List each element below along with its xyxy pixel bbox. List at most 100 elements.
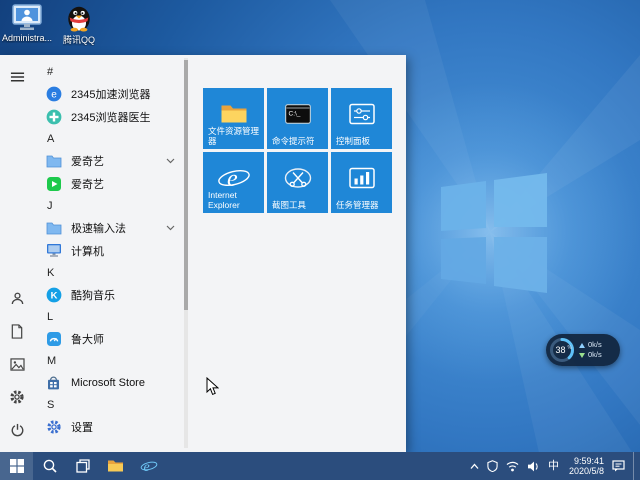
app-item-microsoft-store[interactable]: Microsoft Store [34, 371, 182, 394]
app-item-label: 酷狗音乐 [71, 289, 115, 302]
ie-taskbar-button[interactable]: e [132, 452, 165, 480]
tile-internet-explorer[interactable]: e Internet Explorer [203, 152, 264, 213]
upload-speed: 0k/s [588, 340, 602, 349]
volume-tray-button[interactable] [527, 461, 540, 472]
rail-bottom-group [5, 285, 29, 443]
hamburger-icon[interactable] [5, 66, 29, 88]
app-folder-iqiyi[interactable]: 爱奇艺 [34, 149, 182, 172]
browser-doctor-icon [45, 108, 62, 125]
section-header[interactable]: # [34, 61, 182, 82]
ie-browser-icon: e [140, 460, 157, 474]
desktop-icon-administrator[interactable]: Administra... [2, 4, 52, 43]
file-explorer-icon [108, 460, 123, 472]
app-item-ludashi[interactable]: 鲁大师 [34, 327, 182, 350]
qq-icon [64, 4, 94, 32]
download-arrow-icon [579, 352, 585, 358]
task-view-icon [75, 459, 90, 473]
network-icon [506, 461, 519, 471]
scrollbar-thumb[interactable] [184, 60, 188, 310]
desktop-icon-qq[interactable]: 腾讯QQ [54, 4, 104, 46]
desktop: Administra... 腾讯QQ # e 2345加速浏览器 2345浏览器… [0, 0, 640, 480]
net-speed-widget[interactable]: 38 % 0k/s 0k/s [546, 334, 620, 366]
network-tray-button[interactable] [506, 461, 519, 472]
start-button[interactable] [0, 452, 33, 480]
section-header[interactable]: A [34, 128, 182, 149]
start-menu: # e 2345加速浏览器 2345浏览器医生 A 爱奇艺 爱奇艺 J 极速输入… [0, 55, 406, 452]
search-icon [43, 459, 57, 473]
svg-text:e: e [51, 89, 57, 100]
section-header[interactable]: J [34, 195, 182, 216]
start-windows-icon [9, 459, 24, 473]
tile-control-panel[interactable]: 控制面板 [331, 88, 392, 149]
task-manager-icon [348, 167, 375, 188]
app-item-kugou[interactable]: K 酷狗音乐 [34, 283, 182, 306]
taskbar: e 中 9:59:41 2020/5/8 [0, 452, 640, 480]
app-item-2345-browser[interactable]: e 2345加速浏览器 [34, 82, 182, 105]
start-menu-app-list: # e 2345加速浏览器 2345浏览器医生 A 爱奇艺 爱奇艺 J 极速输入… [34, 61, 182, 438]
app-folder-jisu-ime[interactable]: 极速输入法 [34, 216, 182, 239]
tile-label: Internet Explorer [208, 190, 240, 210]
tile-label: 截图工具 [272, 200, 307, 210]
internet-explorer-icon: e [217, 164, 251, 192]
tile-label: 文件资源管理器 [208, 126, 260, 146]
taskbar-clock[interactable]: 9:59:41 2020/5/8 [567, 456, 604, 477]
section-header[interactable]: K [34, 262, 182, 283]
app-item-label: 爱奇艺 [71, 155, 104, 168]
kugou-icon: K [45, 286, 62, 303]
section-header[interactable]: L [34, 306, 182, 327]
settings-gear-icon[interactable] [5, 386, 29, 408]
section-header[interactable]: S [34, 394, 182, 415]
administrator-icon [11, 4, 43, 32]
hidden-icons-chevron-button[interactable] [470, 463, 479, 470]
percent-sign: % [568, 345, 573, 351]
app-item-label: 2345加速浏览器 [71, 88, 151, 101]
svg-text:K: K [50, 290, 57, 301]
volume-icon [527, 461, 538, 471]
pictures-icon[interactable] [5, 353, 29, 375]
app-item-settings[interactable]: 设置 [34, 415, 182, 438]
tile-file-explorer[interactable]: 文件资源管理器 [203, 88, 264, 149]
app-folder-icon [45, 219, 62, 236]
file-explorer-icon [220, 103, 247, 124]
app-item-iqiyi[interactable]: 爱奇艺 [34, 172, 182, 195]
memory-percent: 38 [555, 345, 565, 355]
file-explorer-taskbar-button[interactable] [99, 452, 132, 480]
section-header[interactable]: M [34, 350, 182, 371]
taskbar-left: e [0, 452, 165, 480]
documents-icon[interactable] [5, 320, 29, 342]
app-item-computer[interactable]: 计算机 [34, 239, 182, 262]
tile-label: 控制面板 [336, 136, 371, 146]
svg-text:e: e [227, 166, 238, 192]
memory-usage-ring: 38 % [550, 338, 574, 362]
app-folder-icon [45, 152, 62, 169]
system-tray: 中 9:59:41 2020/5/8 [470, 452, 640, 480]
power-icon[interactable] [5, 419, 29, 441]
app-item-2345-doctor[interactable]: 2345浏览器医生 [34, 105, 182, 128]
tile-command-prompt[interactable]: C:\_ 命令提示符 [267, 88, 328, 149]
chevron-up-icon [470, 463, 479, 469]
tile-snipping-tool[interactable]: 截图工具 [267, 152, 328, 213]
snipping-tool-icon [284, 166, 312, 189]
security-tray-button[interactable] [487, 460, 498, 472]
app-list-scrollbar [184, 58, 188, 448]
action-center-button[interactable] [612, 460, 625, 472]
command-prompt-icon: C:\_ [284, 103, 311, 124]
app-item-label: 设置 [71, 421, 93, 434]
show-desktop-button[interactable] [633, 452, 639, 480]
tile-task-manager[interactable]: 任务管理器 [331, 152, 392, 213]
app-item-label: 鲁大师 [71, 333, 104, 346]
search-button[interactable] [33, 452, 66, 480]
upload-arrow-icon [579, 342, 585, 348]
settings-gear-icon [45, 418, 62, 435]
action-center-icon [612, 460, 625, 472]
browser-2345-icon: e [45, 85, 62, 102]
task-view-button[interactable] [66, 452, 99, 480]
chevron-down-icon [166, 225, 175, 231]
user-icon[interactable] [5, 287, 29, 309]
tile-label: 任务管理器 [336, 200, 379, 210]
computer-icon [45, 242, 62, 259]
app-item-label: Microsoft Store [71, 376, 145, 389]
chevron-down-icon [166, 158, 175, 164]
net-speed-rows: 0k/s 0k/s [579, 341, 602, 359]
ime-indicator[interactable]: 中 [548, 452, 559, 480]
